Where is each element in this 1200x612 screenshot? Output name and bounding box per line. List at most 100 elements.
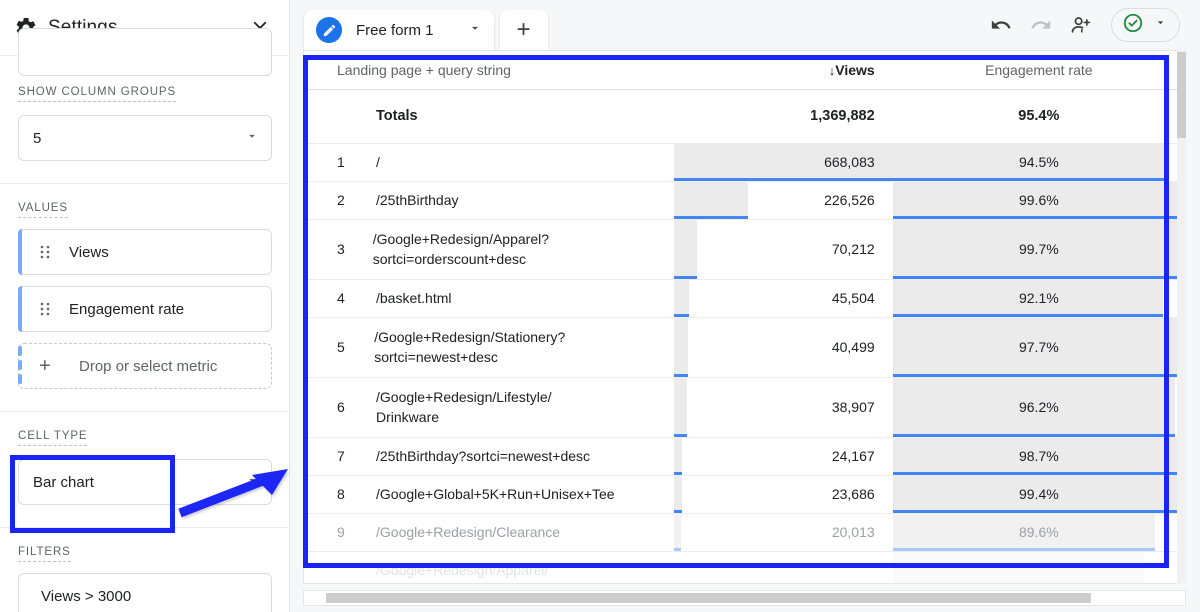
- table-row[interactable]: 4/basket.html 45,504 92.1%: [304, 279, 1185, 317]
- table-row-totals: Totals 1,369,882 95.4%: [304, 89, 1185, 143]
- column-header-engagement-rate[interactable]: Engagement rate: [892, 51, 1185, 90]
- chevron-down-icon[interactable]: [468, 21, 482, 40]
- cell-engagement-rate: 99.4%: [892, 475, 1185, 513]
- table-row[interactable]: /Google+Redesign/Apparel/: [304, 551, 1185, 584]
- cell-type-value: Bar chart: [33, 473, 94, 491]
- partial-field-above[interactable]: [18, 28, 272, 76]
- bar-fill: [674, 377, 688, 434]
- add-tab-button[interactable]: +: [499, 10, 548, 50]
- table-row[interactable]: 2/25thBirthday 226,526 99.6%: [304, 181, 1185, 219]
- main-panel: Free form 1 + Landing page + query strin…: [290, 0, 1200, 612]
- drop-or-select-metric[interactable]: + Drop or select metric: [18, 343, 272, 389]
- horizontal-scrollbar-thumb[interactable]: [326, 593, 1091, 603]
- horizontal-scrollbar[interactable]: [303, 590, 1186, 606]
- bar-chart-cell: [674, 552, 892, 584]
- cell-dimension[interactable]: /Google+Redesign/Apparel/: [304, 551, 674, 583]
- cell-type-select[interactable]: Bar chart: [18, 459, 272, 505]
- report-table: Landing page + query string ↓Views Engag…: [304, 51, 1185, 584]
- column-header-views[interactable]: ↓Views: [674, 51, 893, 90]
- cell-value: 99.4%: [1018, 486, 1059, 502]
- cell-type-label: CELL TYPE: [18, 430, 88, 446]
- tab-free-form-1[interactable]: Free form 1: [304, 10, 494, 50]
- row-dimension: /25thBirthday: [376, 191, 459, 208]
- cell-views: 38,907: [674, 377, 892, 437]
- table-row[interactable]: 9/Google+Redesign/Clearance 20,013 89.6%: [304, 513, 1185, 551]
- value-chip-label: Engagement rate: [69, 300, 185, 318]
- filter-chip-views[interactable]: Views > 3000: [18, 573, 272, 612]
- chevron-down-icon: [245, 129, 259, 147]
- cell-views: 70,212: [674, 219, 892, 279]
- chevron-down-icon: [245, 473, 259, 491]
- cell-dimension[interactable]: 1/: [304, 143, 674, 181]
- cell-views: 668,083: [674, 143, 893, 181]
- cell-dimension[interactable]: 5/Google+Redesign/Stationery?sortci=newe…: [304, 317, 674, 377]
- add-person-icon[interactable]: [1070, 14, 1093, 37]
- table-row[interactable]: 8/Google+Global+5K+Run+Unisex+Tee 23,686 9…: [304, 475, 1185, 513]
- value-chip-label: Views: [69, 243, 109, 261]
- table-row[interactable]: 1/668,083 94.5%: [304, 143, 1185, 181]
- cell-dimension[interactable]: 3/Google+Redesign/Apparel?sortci=ordersc…: [304, 219, 674, 279]
- filter-chip-label: Views > 3000: [41, 587, 132, 605]
- undo-icon[interactable]: [990, 14, 1012, 36]
- cell-dimension[interactable]: 4/basket.html: [304, 279, 674, 317]
- cell-value: 98.7%: [1018, 448, 1059, 464]
- bar-fill: [674, 219, 698, 276]
- share-status-button[interactable]: [1111, 8, 1180, 42]
- row-dimension: /Google+Redesign/Apparel?sortci=ordersco…: [372, 230, 549, 267]
- cell-dimension[interactable]: 9/Google+Redesign/Clearance: [304, 513, 674, 551]
- drag-handle-icon[interactable]: [39, 245, 51, 259]
- pencil-icon: [316, 17, 342, 43]
- check-circle-icon: [1122, 12, 1144, 39]
- table-body: Totals 1,369,882 95.4% 1/668,083 94.5% 2/25th…: [304, 89, 1185, 584]
- totals-label: Totals: [304, 89, 675, 143]
- row-dimension: /Google+Redesign/Clearance: [376, 523, 561, 540]
- cell-value: 94.5%: [1018, 154, 1059, 170]
- drag-handle-icon[interactable]: [39, 302, 51, 316]
- row-dimension: /Google+Redesign/Lifestyle/Drinkware: [376, 388, 552, 425]
- cell-views: 24,167: [674, 437, 892, 475]
- cell-dimension[interactable]: 6/Google+Redesign/Lifestyle/Drinkware: [304, 377, 674, 437]
- row-rank: 4: [337, 289, 345, 306]
- column-header-dimension[interactable]: Landing page + query string: [304, 51, 675, 90]
- bar-fill: [674, 317, 688, 374]
- cell-engagement-rate: 94.5%: [892, 143, 1185, 181]
- bar-fill: [674, 475, 683, 510]
- table-row[interactable]: 7/25thBirthday?sortci=newest+desc 24,167 9…: [304, 437, 1185, 475]
- row-rank: 7: [337, 447, 345, 464]
- drop-metric-label: Drop or select metric: [79, 357, 218, 375]
- value-chip-engagement-rate[interactable]: Engagement rate: [18, 286, 272, 332]
- cell-views: 40,499: [674, 317, 892, 377]
- cell-value: 99.7%: [1018, 241, 1059, 257]
- bar-fill: [892, 551, 1145, 583]
- totals-engagement-rate: 95.4%: [892, 89, 1185, 143]
- chevron-down-icon: [1154, 16, 1167, 34]
- table-row[interactable]: 5/Google+Redesign/Stationery?sortci=newe…: [304, 317, 1185, 377]
- cell-value: 92.1%: [1018, 290, 1059, 306]
- row-rank: 2: [337, 191, 345, 208]
- vertical-scrollbar-thumb[interactable]: [1177, 52, 1186, 138]
- cell-dimension[interactable]: 8/Google+Global+5K+Run+Unisex+Tee: [304, 475, 674, 513]
- cell-value: 40,499: [831, 339, 875, 355]
- cell-engagement-rate: 97.7%: [892, 317, 1185, 377]
- cell-value: 24,167: [831, 448, 875, 464]
- table-row[interactable]: 6/Google+Redesign/Lifestyle/Drinkware 38,…: [304, 377, 1185, 437]
- value-chip-views[interactable]: Views: [18, 229, 272, 275]
- cell-value: 70,212: [831, 241, 875, 257]
- cell-dimension[interactable]: 7/25thBirthday?sortci=newest+desc: [304, 437, 674, 475]
- cell-views: 20,013: [674, 513, 892, 551]
- table-row[interactable]: 3/Google+Redesign/Apparel?sortci=ordersc…: [304, 219, 1185, 279]
- row-rank: 1: [337, 153, 345, 170]
- row-rank: 6: [337, 399, 345, 415]
- cell-views: [674, 551, 892, 584]
- bar-fill: [674, 437, 683, 472]
- column-groups-select[interactable]: 5: [18, 115, 272, 161]
- section-cell-type: CELL TYPE Bar chart: [0, 412, 289, 511]
- row-rank: 8: [337, 485, 345, 502]
- cell-value: 23,686: [831, 486, 875, 502]
- cell-engagement-rate: 96.2%: [892, 377, 1185, 437]
- segment-mark: [18, 374, 22, 384]
- cell-value: 20,013: [831, 524, 875, 540]
- cell-value: 668,083: [824, 154, 875, 170]
- column-groups-label: SHOW COLUMN GROUPS: [18, 86, 177, 102]
- cell-dimension[interactable]: 2/25thBirthday: [304, 181, 674, 219]
